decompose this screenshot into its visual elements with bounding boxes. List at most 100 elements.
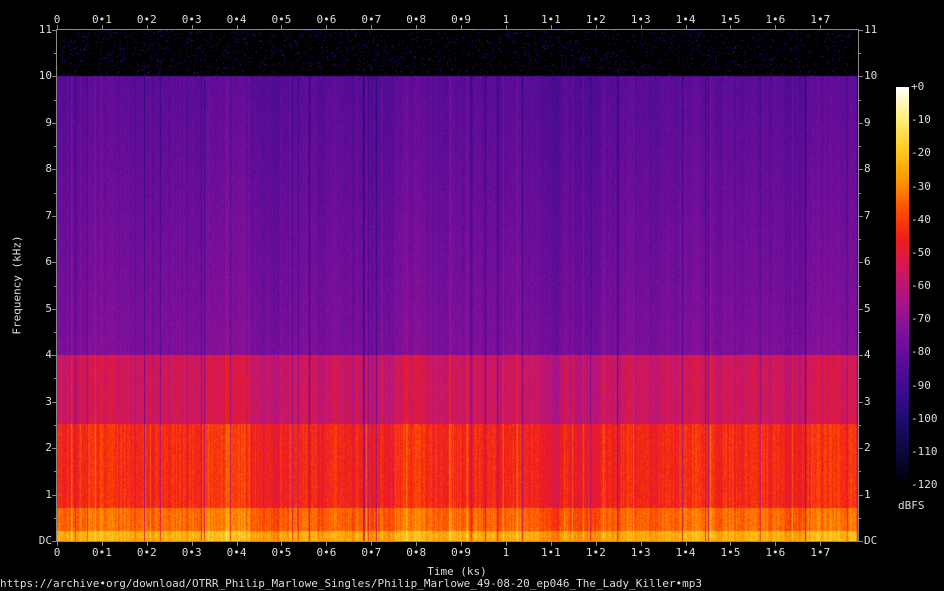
y-tick-left — [54, 146, 57, 148]
x-tick-label-bottom: 0•5 — [271, 546, 292, 559]
y-tick-label-left: 10 — [38, 69, 52, 83]
colorbar-tick-label: -70 — [911, 312, 931, 326]
y-tick-label-left: 5 — [45, 301, 52, 315]
y-tick-left — [52, 494, 57, 496]
y-tick-right — [858, 239, 861, 241]
y-tick-label-left: 3 — [45, 394, 52, 408]
y-tick-right — [858, 53, 861, 55]
colorbar-label: dBFS — [898, 499, 925, 512]
x-tick-label-top: 0•3 — [181, 13, 202, 26]
y-tick-label-left: 8 — [45, 162, 52, 176]
x-tick-label-bottom: 0•8 — [406, 546, 427, 559]
colorbar-tick-label: -20 — [911, 146, 931, 160]
x-tick-label-bottom: 1 — [502, 546, 510, 559]
y-tick-left — [52, 262, 57, 264]
y-tick-label-right: 9 — [864, 115, 871, 129]
x-tick-label-bottom: 1•3 — [630, 546, 651, 559]
y-tick-left — [52, 541, 57, 542]
y-tick-label-left: 6 — [45, 255, 52, 269]
colorbar — [896, 87, 909, 485]
source-url: https://archive•org/download/OTRR_Philip… — [0, 577, 702, 590]
x-tick-label-top: 0•9 — [451, 13, 472, 26]
y-tick-right — [858, 122, 863, 124]
y-tick-left — [54, 99, 57, 101]
x-tick-label-top: 0•8 — [406, 13, 427, 26]
y-tick-right — [858, 262, 863, 264]
y-tick-label-right: 4 — [864, 348, 871, 362]
y-tick-label-right: 1 — [864, 487, 871, 501]
x-tick-label-bottom: 0•3 — [181, 546, 202, 559]
y-tick-left — [54, 424, 57, 426]
colorbar-tick-label: -10 — [911, 113, 931, 127]
x-tick-label-bottom: 0•4 — [226, 546, 247, 559]
x-tick-label-top: 0•7 — [361, 13, 382, 26]
x-tick-label-bottom: 1•7 — [810, 546, 831, 559]
y-tick-left — [52, 122, 57, 124]
y-tick-right — [858, 517, 861, 519]
x-tick-label-top: 0 — [53, 13, 61, 26]
y-tick-right — [858, 169, 863, 171]
y-tick-right — [858, 401, 863, 403]
y-tick-label-right: 2 — [864, 441, 871, 455]
y-tick-right — [858, 331, 861, 333]
x-tick-label-top: 1•5 — [720, 13, 741, 26]
y-tick-left — [54, 53, 57, 55]
y-tick-label-left: 2 — [45, 441, 52, 455]
y-tick-right — [858, 30, 863, 31]
y-tick-right — [858, 76, 863, 78]
y-tick-label-right: 3 — [864, 394, 871, 408]
x-tick-label-top: 0•5 — [271, 13, 292, 26]
colorbar-tick-label: -110 — [911, 444, 938, 458]
y-tick-label-left: 4 — [45, 348, 52, 362]
y-tick-right — [858, 308, 863, 310]
y-tick-label-left: 11 — [38, 23, 52, 36]
y-tick-label-right: 10 — [864, 69, 878, 83]
y-tick-label-left: 7 — [45, 208, 52, 222]
y-tick-label-right: 11 — [864, 23, 878, 36]
x-tick-label-top: 1•1 — [540, 13, 561, 26]
y-tick-left — [52, 401, 57, 403]
x-tick-label-top: 0•6 — [316, 13, 337, 26]
x-tick-label-top: 0•2 — [136, 13, 157, 26]
y-tick-right — [858, 541, 863, 542]
plot-frame — [56, 29, 859, 542]
x-tick-label-top: 1•3 — [630, 13, 651, 26]
y-tick-right — [858, 448, 863, 450]
y-tick-left — [52, 308, 57, 310]
colorbar-tick-label: -120 — [911, 478, 938, 491]
x-tick-label-bottom: 0 — [53, 546, 61, 559]
colorbar-tick-label: -100 — [911, 411, 938, 425]
x-tick-label-bottom: 0•2 — [136, 546, 157, 559]
y-tick-right — [858, 355, 863, 357]
x-tick-label-top: 1•7 — [810, 13, 831, 26]
y-tick-label-right: 8 — [864, 162, 871, 176]
y-axis-label: Frequency (kHz) — [10, 235, 24, 335]
x-tick-label-bottom: 1•5 — [720, 546, 741, 559]
colorbar-tick-label: +0 — [911, 80, 925, 93]
x-tick-label-top: 1•2 — [585, 13, 606, 26]
x-tick-label-top: 1•6 — [765, 13, 786, 26]
x-tick-label-top: 0•1 — [91, 13, 112, 26]
x-tick-label-bottom: 0•7 — [361, 546, 382, 559]
y-tick-left — [54, 192, 57, 194]
x-tick-label-bottom: 0•6 — [316, 546, 337, 559]
y-tick-label-right: 6 — [864, 255, 871, 269]
y-tick-left — [54, 471, 57, 473]
x-tick-label-bottom: 1•1 — [540, 546, 561, 559]
y-tick-right — [858, 494, 863, 496]
x-tick-label-bottom: 1•4 — [675, 546, 696, 559]
colorbar-tick-label: -50 — [911, 245, 931, 259]
y-tick-left — [52, 169, 57, 171]
y-tick-left — [52, 215, 57, 217]
colorbar-tick-label: -30 — [911, 179, 931, 193]
x-tick-label-bottom: 1•6 — [765, 546, 786, 559]
y-tick-right — [858, 192, 861, 194]
y-tick-label-right: 5 — [864, 301, 871, 315]
x-tick-label-bottom: 0•9 — [451, 546, 472, 559]
y-tick-right — [858, 471, 861, 473]
y-tick-label-left: 9 — [45, 115, 52, 129]
y-tick-left — [52, 355, 57, 357]
y-tick-left — [54, 331, 57, 333]
y-tick-right — [858, 99, 861, 101]
y-tick-left — [52, 76, 57, 78]
